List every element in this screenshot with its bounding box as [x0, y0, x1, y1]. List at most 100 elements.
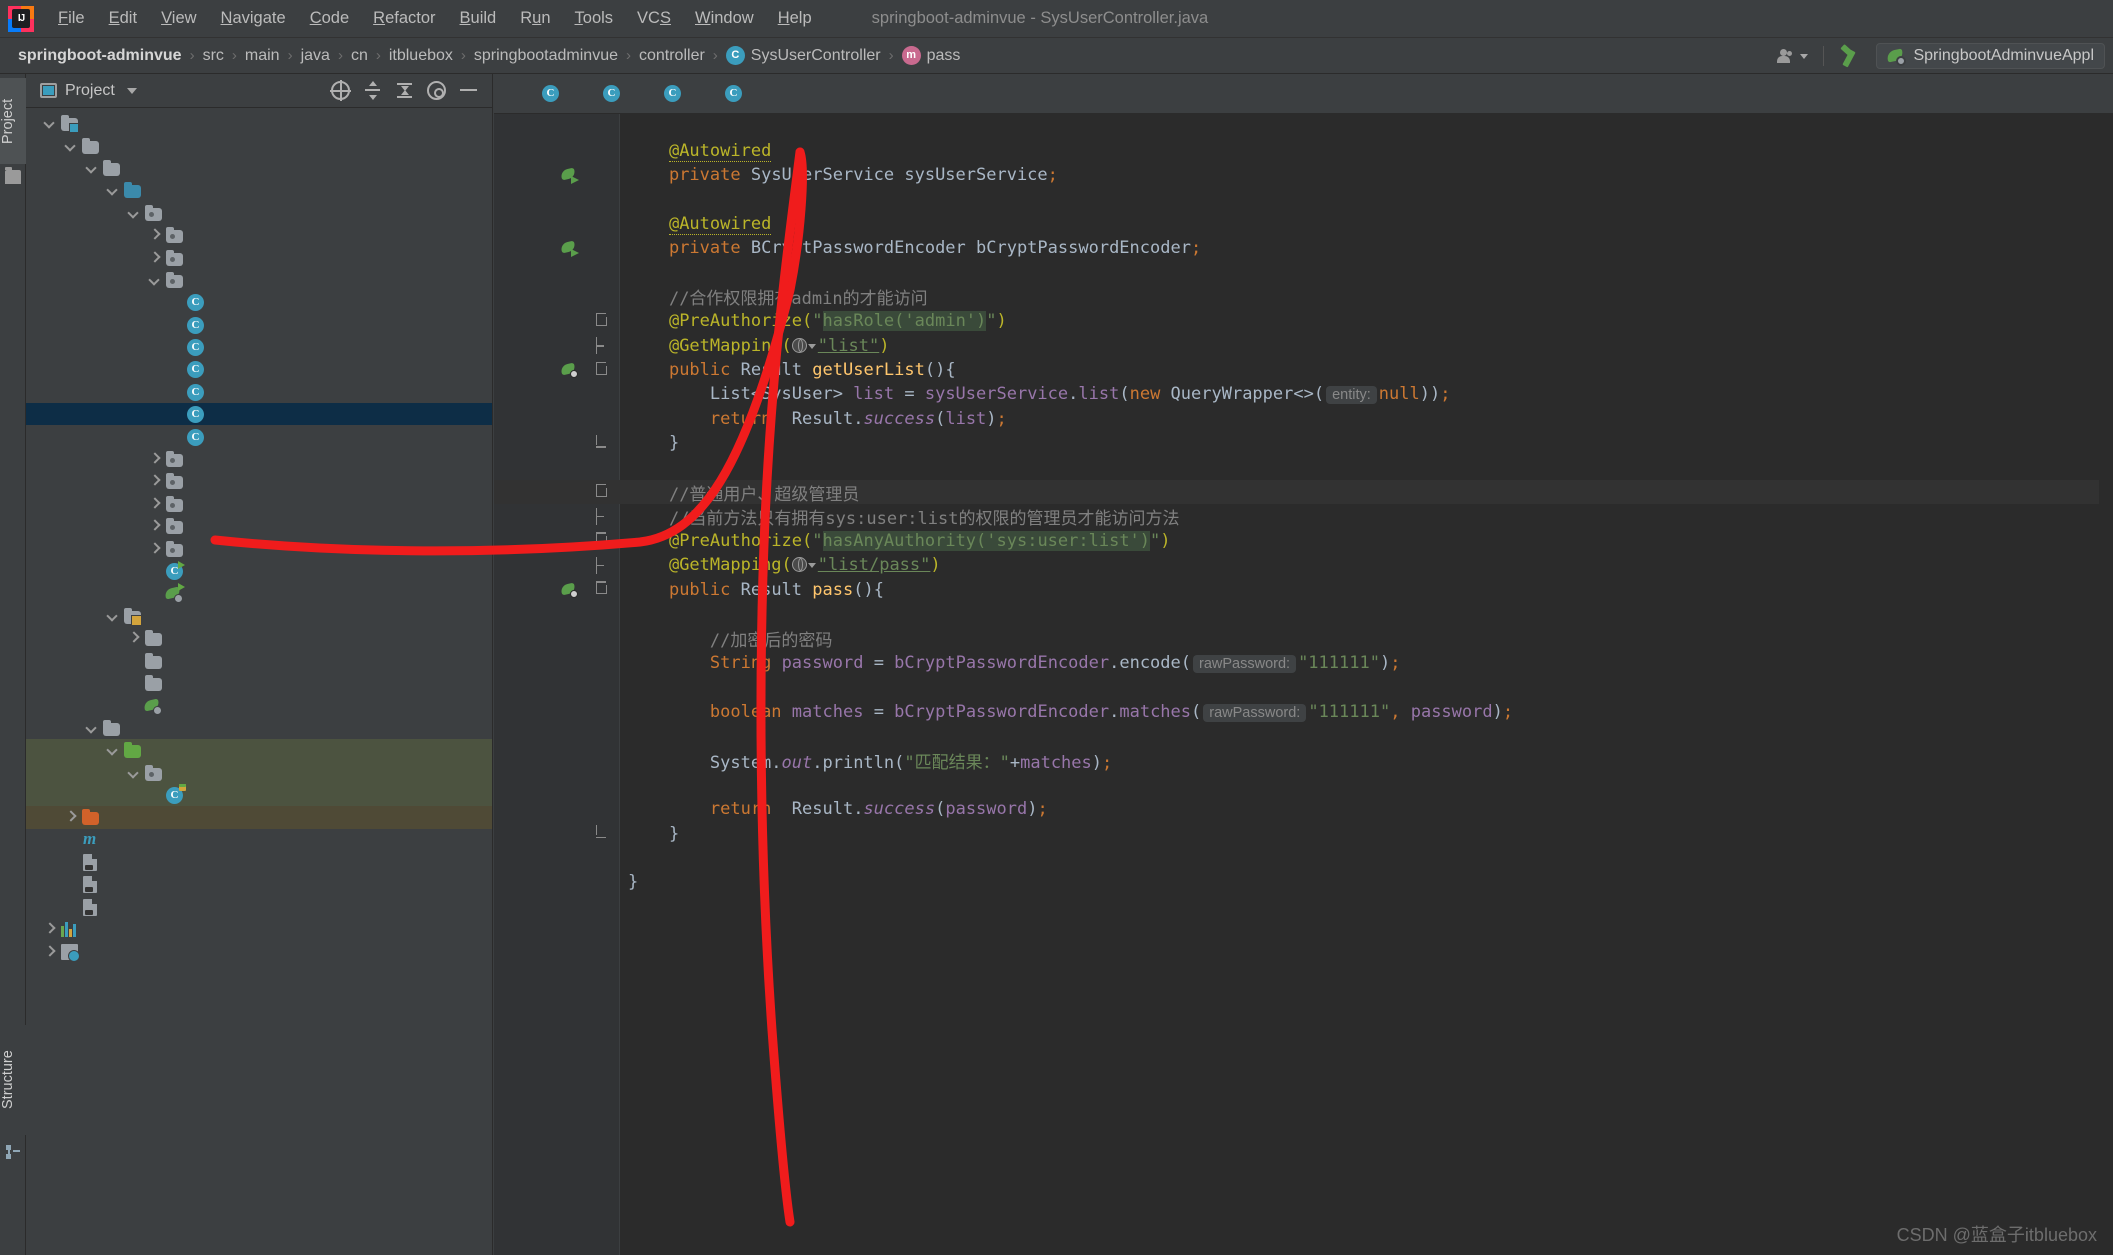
web-endpoint-icon[interactable]: [792, 557, 807, 572]
editor-scrollbar[interactable]: [2099, 114, 2113, 1255]
editor-tab-wtauthenticationentrypoint-java[interactable]: [494, 74, 530, 113]
chevron-down-icon[interactable]: [105, 742, 121, 758]
code-line[interactable]: [494, 675, 2113, 699]
code-line[interactable]: public Result getUserList(){: [494, 358, 2113, 382]
menu-file[interactable]: File: [46, 6, 97, 31]
chevron-right-icon[interactable]: [147, 496, 163, 512]
tree-node-java[interactable]: [26, 179, 492, 201]
code-line[interactable]: [494, 455, 2113, 479]
tree-node-application-yml[interactable]: [26, 694, 492, 716]
locate-icon[interactable]: [331, 81, 350, 100]
chevron-right-icon[interactable]: [147, 473, 163, 489]
code-line[interactable]: public Result pass(){: [494, 577, 2113, 601]
tree-node-templates[interactable]: [26, 672, 492, 694]
code-line[interactable]: boolean matches = bCryptPasswordEncoder.…: [494, 699, 2113, 723]
tree-node-codegenerator[interactable]: C: [26, 560, 492, 582]
tree-node-sysrolemenucontroller[interactable]: C: [26, 381, 492, 403]
menu-refactor[interactable]: Refactor: [361, 6, 447, 31]
menu-view[interactable]: View: [149, 6, 208, 31]
menu-build[interactable]: Build: [448, 6, 509, 31]
url-mapping-token[interactable]: "list": [818, 336, 879, 356]
web-endpoint-icon[interactable]: [792, 338, 807, 353]
menu-window[interactable]: Window: [683, 6, 766, 31]
tree-node-sysmenucontroller[interactable]: C: [26, 336, 492, 358]
editor-tab-jwtauthenticationfilter-java[interactable]: C: [530, 74, 591, 113]
breadcrumb-item-method[interactable]: m pass: [902, 46, 961, 65]
code-line[interactable]: }: [494, 431, 2113, 455]
chevron-right-icon[interactable]: [147, 227, 163, 243]
tool-window-tab-project[interactable]: Project: [0, 78, 26, 164]
tree-node-static[interactable]: [26, 649, 492, 671]
chevron-down-icon[interactable]: [84, 720, 100, 736]
chevron-right-icon[interactable]: [42, 944, 58, 960]
breadcrumb-item-src[interactable]: src: [203, 47, 224, 65]
chevron-right-icon[interactable]: [147, 451, 163, 467]
breadcrumb-item-cn[interactable]: cn: [351, 47, 368, 65]
fold-marker-start[interactable]: [584, 484, 618, 501]
code-line[interactable]: [494, 114, 2113, 138]
tree-node-sysuserrolecontroller[interactable]: C: [26, 425, 492, 447]
chevron-right-icon[interactable]: [147, 250, 163, 266]
tree-node-pom-xml[interactable]: m: [26, 829, 492, 851]
chevron-down-icon[interactable]: [84, 160, 100, 176]
tree-node-springboot-adminvue[interactable]: [26, 112, 492, 134]
code-line[interactable]: //普通用户、超级管理员: [494, 480, 2113, 504]
tree-node-springboot-adminvue-iml[interactable]: [26, 851, 492, 873]
menu-edit[interactable]: Edit: [97, 6, 149, 31]
code-line[interactable]: private BCryptPasswordEncoder bCryptPass…: [494, 236, 2113, 260]
tree-node-sysrolecontroller[interactable]: C: [26, 358, 492, 380]
breadcrumb-item-springbootadminvue[interactable]: springbootadminvue: [474, 47, 618, 65]
fold-marker-end[interactable]: [584, 435, 618, 452]
breadcrumb-item-project[interactable]: springboot-adminvue: [18, 47, 182, 65]
menu-tools[interactable]: Tools: [563, 6, 626, 31]
editor-tab-loginsuccesshandler-[interactable]: C: [713, 74, 762, 113]
tree-node-cn-itbluebox-springbootadminvue[interactable]: [26, 761, 492, 783]
tree-node-authcontroller[interactable]: C: [26, 291, 492, 313]
code-line[interactable]: List<SysUser> list = sysUserService.list…: [494, 382, 2113, 406]
tree-node-mapper[interactable]: [26, 627, 492, 649]
tree-node-sysusercontroller[interactable]: C: [26, 403, 492, 425]
code-line[interactable]: [494, 724, 2113, 748]
code-line[interactable]: [494, 260, 2113, 284]
code-line[interactable]: //加密后的密码: [494, 626, 2113, 650]
fold-marker-start[interactable]: [584, 581, 618, 598]
code-line[interactable]: }: [494, 821, 2113, 845]
build-project-button[interactable]: [1832, 43, 1870, 69]
menu-run[interactable]: Run: [508, 6, 562, 31]
chevron-down-icon[interactable]: [126, 765, 142, 781]
fold-marker-start[interactable]: [584, 313, 618, 330]
editor-tab-loginfailurehandler-java[interactable]: C: [591, 74, 652, 113]
fold-marker-middle[interactable]: [584, 557, 618, 574]
hide-icon[interactable]: [459, 81, 478, 100]
tree-node-springboot-adminvue-ipr[interactable]: [26, 873, 492, 895]
tree-node-main[interactable]: [26, 157, 492, 179]
chevron-down-icon[interactable]: [127, 88, 137, 94]
expand-all-icon[interactable]: [363, 81, 382, 100]
fold-marker-end[interactable]: [584, 825, 618, 842]
chevron-right-icon[interactable]: [42, 921, 58, 937]
spring-endpoint-gutter-icon[interactable]: [554, 362, 584, 378]
tool-window-tab-structure[interactable]: Structure: [0, 1025, 26, 1135]
tree-node-resources[interactable]: [26, 605, 492, 627]
chevron-right-icon[interactable]: [63, 809, 79, 825]
chevron-down-icon[interactable]: [808, 344, 816, 349]
tree-node-entity[interactable]: [26, 448, 492, 470]
code-line[interactable]: [494, 895, 2113, 919]
code-line[interactable]: [494, 187, 2113, 211]
folder-icon[interactable]: [5, 170, 21, 184]
tree-node-java[interactable]: [26, 739, 492, 761]
chevron-down-icon[interactable]: [147, 272, 163, 288]
menu-code[interactable]: Code: [298, 6, 361, 31]
code-line[interactable]: @GetMapping("list"): [494, 334, 2113, 358]
code-line[interactable]: return Result.success(list);: [494, 407, 2113, 431]
fold-marker-middle[interactable]: [584, 337, 618, 354]
chevron-right-icon[interactable]: [126, 630, 142, 646]
tree-node-common[interactable]: [26, 224, 492, 246]
tree-node-controller[interactable]: [26, 269, 492, 291]
tree-node-security[interactable]: [26, 493, 492, 515]
code-line[interactable]: String password = bCryptPasswordEncoder.…: [494, 651, 2113, 675]
menu-help[interactable]: Help: [766, 6, 824, 31]
code-editor[interactable]: @Autowired private SysUserService sysUse…: [494, 114, 2113, 1255]
editor-tab-userdetailserviceimpl-java[interactable]: C: [652, 74, 713, 113]
breadcrumb-item-java[interactable]: java: [301, 47, 330, 65]
